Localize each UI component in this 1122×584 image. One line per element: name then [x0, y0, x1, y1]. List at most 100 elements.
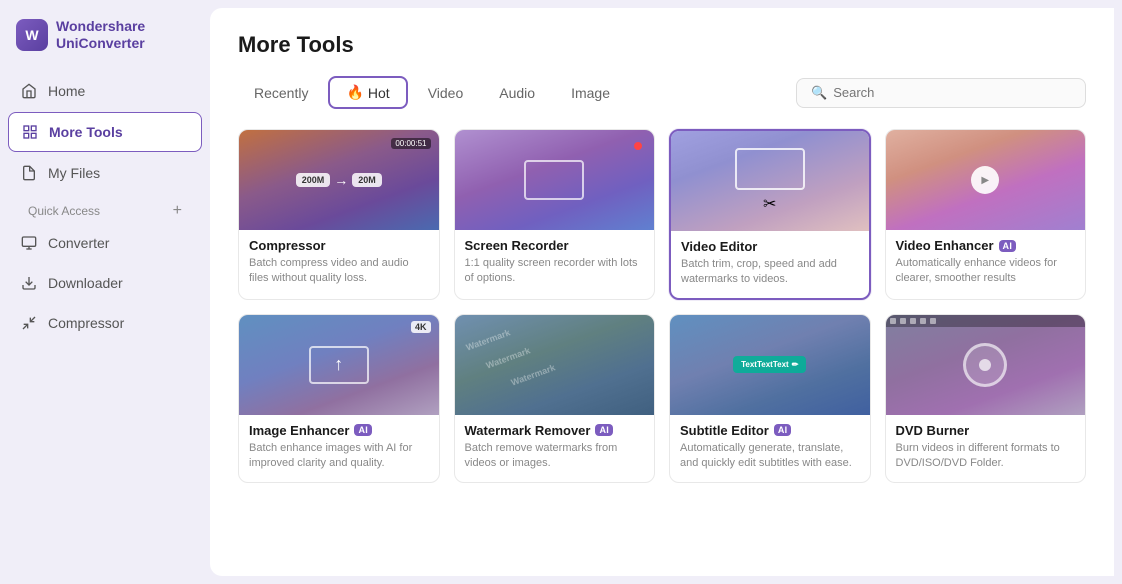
dvd-disc-inner	[979, 359, 991, 371]
four-k-badge: 4K	[411, 321, 431, 333]
subtitle-text: TextTextText	[741, 360, 789, 369]
timer-badge: 00:00:51	[391, 138, 430, 149]
dvd-disc	[963, 343, 1007, 387]
play-button: ▶	[971, 166, 999, 194]
sidebar: W Wondershare UniConverter Home More Too…	[0, 0, 210, 584]
tool-name-video-enhancer: Video Enhancer AI	[896, 238, 1076, 253]
search-box[interactable]: 🔍	[796, 78, 1086, 108]
tool-name-subtitle-editor: Subtitle Editor AI	[680, 423, 860, 438]
tool-card-compressor[interactable]: 00:00:51 200M → 20M Compressor Batch com…	[238, 129, 440, 300]
compress-size-before: 200M	[296, 173, 331, 187]
sidebar-item-home[interactable]: Home	[8, 72, 202, 110]
tool-desc-screen-recorder: 1:1 quality screen recorder with lots of…	[465, 256, 645, 287]
tool-thumb-screen-recorder	[455, 130, 655, 230]
tools-grid: 00:00:51 200M → 20M Compressor Batch com…	[238, 129, 1086, 483]
tool-info-video-enhancer: Video Enhancer AI Automatically enhance …	[886, 230, 1086, 297]
tool-card-image-enhancer[interactable]: 4K ↑ Image Enhancer AI Batch enhance ima…	[238, 314, 440, 483]
tab-recently[interactable]: Recently	[238, 79, 324, 107]
tool-info-video-editor: Video Editor Batch trim, crop, speed and…	[671, 231, 869, 298]
tool-name-dvd-burner: DVD Burner	[896, 423, 1076, 438]
subtitle-preview: TextTextText ✏	[733, 356, 806, 373]
sidebar-item-compressor-label: Compressor	[48, 315, 124, 331]
tool-info-subtitle-editor: Subtitle Editor AI Automatically generat…	[670, 415, 870, 482]
sidebar-item-downloader-label: Downloader	[48, 275, 123, 291]
tool-card-watermark-remover[interactable]: Watermark Watermark Watermark Watermark …	[454, 314, 656, 483]
up-arrow-icon: ↑	[334, 354, 343, 375]
ai-badge-video-enhancer: AI	[999, 240, 1017, 252]
tabs-bar: Recently 🔥 Hot Video Audio Image	[238, 76, 626, 109]
page-title: More Tools	[238, 32, 1086, 58]
app-logo: W Wondershare UniConverter	[0, 10, 210, 68]
watermark-text-3: Watermark	[509, 362, 556, 387]
watermark-text-1: Watermark	[464, 327, 511, 352]
watermark-text-2: Watermark	[484, 345, 531, 370]
sidebar-item-converter[interactable]: Converter	[8, 224, 202, 262]
ai-badge-watermark: AI	[595, 424, 613, 436]
tool-desc-dvd-burner: Burn videos in different formats to DVD/…	[896, 441, 1076, 472]
grid-icon	[21, 123, 39, 141]
tool-desc-compressor: Batch compress video and audio files wit…	[249, 256, 429, 287]
scissors-icon: ✂	[763, 194, 776, 214]
tool-thumb-video-enhancer: ▶	[886, 130, 1086, 230]
tool-card-screen-recorder[interactable]: Screen Recorder 1:1 quality screen recor…	[454, 129, 656, 300]
sidebar-nav: Home More Tools My Files Quick Access + …	[0, 68, 210, 574]
tool-thumb-watermark-remover: Watermark Watermark Watermark	[455, 315, 655, 415]
arrow-right-icon: →	[334, 172, 348, 188]
tab-video[interactable]: Video	[412, 79, 480, 107]
quick-access-add-button[interactable]: +	[173, 202, 182, 220]
tool-desc-image-enhancer: Batch enhance images with AI for improve…	[249, 441, 429, 472]
home-icon	[20, 82, 38, 100]
tool-info-image-enhancer: Image Enhancer AI Batch enhance images w…	[239, 415, 439, 482]
hot-icon: 🔥	[346, 84, 363, 101]
sidebar-item-converter-label: Converter	[48, 235, 109, 251]
tab-hot[interactable]: 🔥 Hot	[328, 76, 407, 109]
tool-desc-subtitle-editor: Automatically generate, translate, and q…	[680, 441, 860, 472]
sidebar-item-more-tools[interactable]: More Tools	[8, 112, 202, 152]
search-icon: 🔍	[811, 85, 827, 101]
quick-access-header: Quick Access +	[8, 194, 202, 224]
sidebar-item-my-files-label: My Files	[48, 165, 100, 181]
tool-info-screen-recorder: Screen Recorder 1:1 quality screen recor…	[455, 230, 655, 297]
file-icon	[20, 164, 38, 182]
tool-info-dvd-burner: DVD Burner Burn videos in different form…	[886, 415, 1086, 482]
compress-size-after: 20M	[352, 173, 382, 187]
tool-card-dvd-burner[interactable]: DVD Burner Burn videos in different form…	[885, 314, 1087, 483]
tool-desc-video-enhancer: Automatically enhance videos for clearer…	[896, 256, 1076, 287]
sidebar-item-home-label: Home	[48, 83, 85, 99]
tool-card-video-editor[interactable]: ✂ Video Editor Batch trim, crop, speed a…	[669, 129, 871, 300]
converter-icon	[20, 234, 38, 252]
compress-arrow: 200M → 20M	[296, 172, 382, 188]
tool-name-compressor: Compressor	[249, 238, 429, 253]
ai-badge-subtitle: AI	[774, 424, 792, 436]
tool-thumb-dvd-burner	[886, 315, 1086, 415]
sidebar-item-more-tools-label: More Tools	[49, 124, 123, 140]
tool-card-subtitle-editor[interactable]: TextTextText ✏ Subtitle Editor AI Automa…	[669, 314, 871, 483]
tool-thumb-compressor: 00:00:51 200M → 20M	[239, 130, 439, 230]
edit-icon: ✏	[792, 360, 799, 369]
tool-thumb-video-editor: ✂	[671, 131, 869, 231]
tool-thumb-image-enhancer: 4K ↑	[239, 315, 439, 415]
film-strip	[886, 315, 1086, 327]
logo-text: Wondershare UniConverter	[56, 18, 145, 52]
tool-info-compressor: Compressor Batch compress video and audi…	[239, 230, 439, 297]
tab-image[interactable]: Image	[555, 79, 626, 107]
tool-desc-watermark-remover: Batch remove watermarks from videos or i…	[465, 441, 645, 472]
tool-name-screen-recorder: Screen Recorder	[465, 238, 645, 253]
tool-card-video-enhancer[interactable]: ▶ Video Enhancer AI Automatically enhanc…	[885, 129, 1087, 300]
ai-badge-image-enhancer: AI	[354, 424, 372, 436]
tabs-row: Recently 🔥 Hot Video Audio Image 🔍	[238, 76, 1086, 109]
sidebar-item-downloader[interactable]: Downloader	[8, 264, 202, 302]
tool-desc-video-editor: Batch trim, crop, speed and add watermar…	[681, 257, 859, 288]
download-icon	[20, 274, 38, 292]
sidebar-item-compressor[interactable]: Compressor	[8, 304, 202, 342]
quick-access-label: Quick Access	[28, 204, 100, 218]
sidebar-item-my-files[interactable]: My Files	[8, 154, 202, 192]
main-content: More Tools Recently 🔥 Hot Video Audio Im…	[210, 8, 1114, 576]
search-input[interactable]	[833, 85, 1071, 100]
tab-audio[interactable]: Audio	[483, 79, 551, 107]
compress-icon	[20, 314, 38, 332]
tool-info-watermark-remover: Watermark Remover AI Batch remove waterm…	[455, 415, 655, 482]
enhance-box: ↑	[309, 346, 369, 384]
record-frame	[524, 160, 584, 200]
logo-icon: W	[16, 19, 48, 51]
